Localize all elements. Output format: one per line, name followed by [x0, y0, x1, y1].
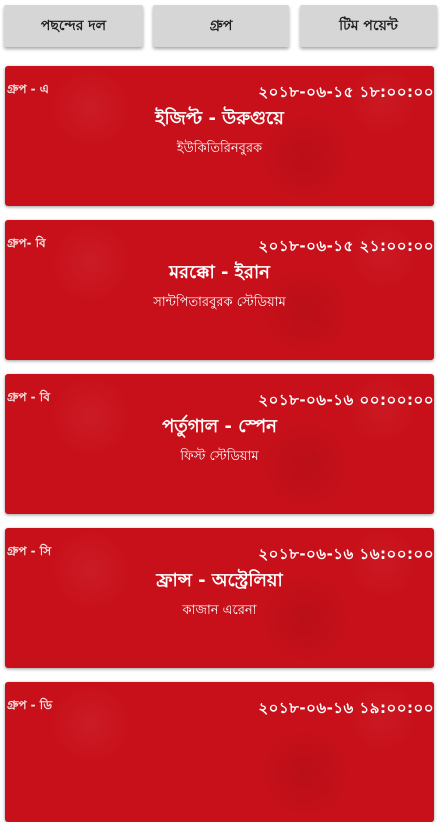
- match-teams: মরক্কো - ইরান: [169, 262, 270, 283]
- match-venue: ফিস্ট স্টেডিয়াম: [180, 449, 259, 464]
- top-tab-bar: পছন্দের দল গ্রুপ টিম পয়েন্ট: [0, 0, 441, 56]
- tab-group[interactable]: গ্রুপ: [153, 5, 289, 47]
- tab-favorite-team[interactable]: পছন্দের দল: [4, 5, 143, 47]
- match-card[interactable]: গ্রুপ- বি ২০১৮-০৬-১৫ ২১:০০:০০ মরক্কো - ই…: [5, 220, 434, 360]
- match-group: গ্রুপ- বি: [7, 236, 46, 250]
- tab-team-points[interactable]: টিম পয়েন্ট: [300, 5, 437, 47]
- match-card[interactable]: গ্রুপ - ডি ২০১৮-০৬-১৬ ১৯:০০:০০: [5, 682, 434, 822]
- match-card[interactable]: গ্রুপ - বি ২০১৮-০৬-১৬ ০০:০০:০০ পর্তুগাল …: [5, 374, 434, 514]
- match-teams: ইজিপ্ট - উরুগুয়ে: [155, 108, 284, 129]
- match-venue: কাজান এরেনা: [182, 603, 257, 618]
- match-datetime: ২০১৮-০৬-১৬ ০০:০০:০০: [258, 391, 434, 409]
- match-group: গ্রুপ - ডি: [7, 698, 53, 712]
- match-teams: পর্তুগাল - স্পেন: [162, 416, 277, 437]
- match-datetime: ২০১৮-০৬-১৬ ১৬:০০:০০: [258, 545, 434, 563]
- match-teams: ফ্রান্স - অস্ট্রেলিয়া: [156, 570, 283, 591]
- match-group: গ্রুপ - সি: [7, 544, 52, 558]
- match-venue: ইউকিতিরিনবুরক: [176, 141, 263, 156]
- match-datetime: ২০১৮-০৬-১৫ ১৮:০০:০০: [258, 83, 434, 101]
- match-card[interactable]: গ্রুপ - এ ২০১৮-০৬-১৫ ১৮:০০:০০ ইজিপ্ট - উ…: [5, 66, 434, 206]
- match-venue: সান্টপিতারবুরক স্টেডিয়াম: [153, 295, 286, 310]
- match-card[interactable]: গ্রুপ - সি ২০১৮-০৬-১৬ ১৬:০০:০০ ফ্রান্স -…: [5, 528, 434, 668]
- match-group: গ্রুপ - বি: [7, 390, 50, 404]
- match-datetime: ২০১৮-০৬-১৫ ২১:০০:০০: [258, 237, 434, 255]
- match-group: গ্রুপ - এ: [7, 82, 49, 96]
